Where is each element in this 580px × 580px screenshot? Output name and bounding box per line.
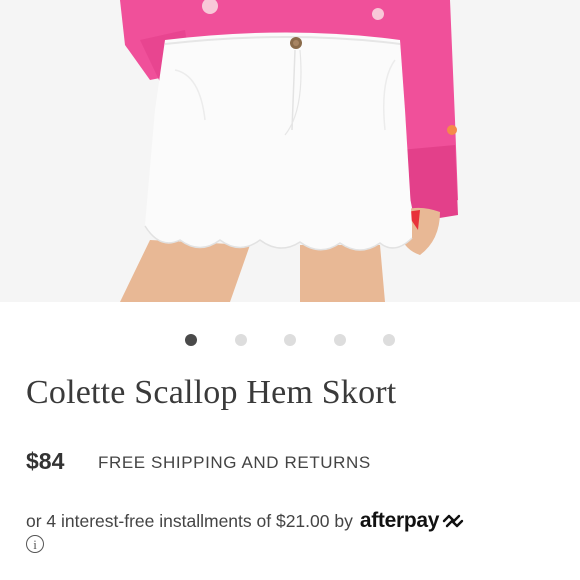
product-photo (0, 0, 580, 302)
afterpay-wordmark: afterpay (359, 509, 440, 532)
carousel-dot-1[interactable] (185, 334, 197, 346)
product-price: $84 (26, 448, 65, 474)
installments-message: or 4 interest-free installments of $21.0… (26, 509, 465, 533)
carousel-pagination (0, 334, 580, 348)
shipping-note: FREE SHIPPING AND RETURNS (98, 453, 371, 472)
afterpay-arrows-icon (442, 514, 464, 528)
carousel-dot-4[interactable] (334, 334, 346, 346)
afterpay-logo[interactable]: afterpay (360, 509, 465, 533)
info-icon[interactable]: i (26, 535, 44, 553)
installments-text: or 4 interest-free installments of $21.0… (26, 510, 353, 531)
carousel-dot-5[interactable] (383, 334, 395, 346)
carousel-dot-3[interactable] (284, 334, 296, 346)
carousel-dot-2[interactable] (235, 334, 247, 346)
info-icon-glyph: i (33, 536, 37, 552)
product-image[interactable] (0, 0, 580, 302)
product-title: Colette Scallop Hem Skort (26, 374, 397, 411)
